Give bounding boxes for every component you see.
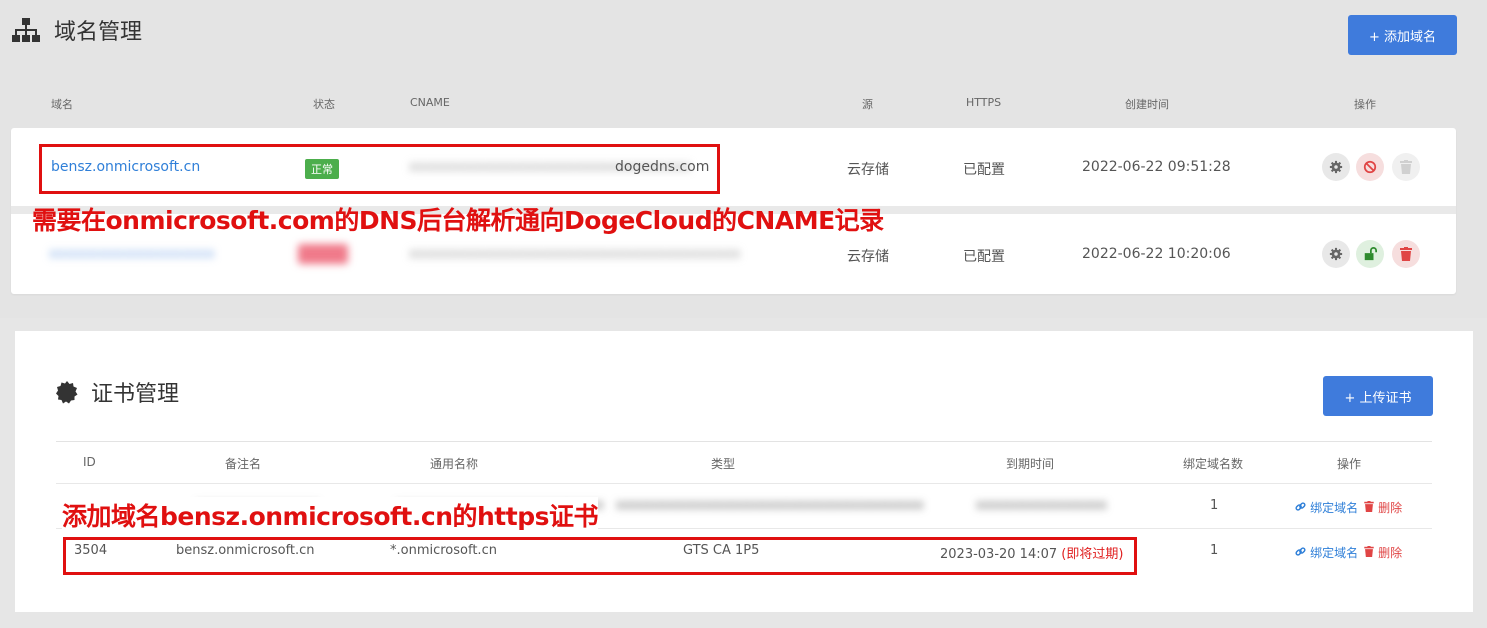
domain-link-redacted[interactable]: xxxxxxxxxxxxxxxxxxxx xyxy=(49,246,215,262)
column-header-type: 类型 xyxy=(711,457,736,471)
bound-count: 1 xyxy=(1210,543,1219,558)
ban-icon xyxy=(1363,160,1377,174)
column-header-actions: 操作 xyxy=(1337,457,1362,471)
add-domain-button[interactable]: + 添加域名 xyxy=(1348,15,1457,55)
cert-section-header: 证书管理 xyxy=(55,376,179,408)
https-value: 已配置 xyxy=(963,249,1005,265)
delete-button-disabled[interactable] xyxy=(1392,153,1420,181)
cert-table-top-border xyxy=(56,441,1432,442)
gear-icon xyxy=(1329,160,1343,174)
annotation-text-cert: 添加域名bensz.onmicrosoft.cn的https证书 xyxy=(62,497,598,533)
annotation-box-cname xyxy=(39,144,720,194)
column-header-https: HTTPS xyxy=(966,96,1002,109)
settings-button[interactable] xyxy=(1322,153,1350,181)
enable-button[interactable] xyxy=(1356,240,1384,268)
column-header-source: 源 xyxy=(862,98,873,111)
column-header-note: 备注名 xyxy=(225,457,262,471)
created-time: 2022-06-22 09:51:28 xyxy=(1082,159,1231,175)
column-header-domain: 域名 xyxy=(51,98,73,111)
certificate-management-section: 证书管理 + 上传证书 ID 备注名 通用名称 类型 到期时间 绑定域名数 操作… xyxy=(15,331,1473,612)
column-header-cname: CNAME xyxy=(410,96,450,109)
source-value: 云存储 xyxy=(847,162,889,178)
column-header-bound-count: 绑定域名数 xyxy=(1183,457,1244,471)
trash-icon xyxy=(1364,546,1374,557)
bind-domain-link[interactable]: 绑定域名 xyxy=(1310,501,1358,515)
delete-action[interactable]: 删除 xyxy=(1364,544,1402,561)
disable-button[interactable] xyxy=(1356,153,1384,181)
link-icon xyxy=(1295,547,1306,556)
https-value: 已配置 xyxy=(963,162,1005,178)
status-badge-redacted xyxy=(298,244,348,264)
gear-icon xyxy=(1329,247,1343,261)
bind-domain-action[interactable]: 绑定域名 xyxy=(1295,544,1358,561)
sitemap-icon xyxy=(12,18,40,42)
trash-icon xyxy=(1400,247,1412,261)
link-icon xyxy=(1295,502,1306,511)
trash-icon xyxy=(1400,160,1412,174)
column-header-expire: 到期时间 xyxy=(1006,457,1055,471)
column-header-actions: 操作 xyxy=(1354,98,1376,111)
source-value: 云存储 xyxy=(847,249,889,265)
created-time: 2022-06-22 10:20:06 xyxy=(1082,246,1231,262)
upload-cert-button[interactable]: + 上传证书 xyxy=(1323,376,1433,416)
cname-redacted: xxxxxxxxxxxxxxxxxxxxxxxxxxxxxxxxxxxxxxxx xyxy=(409,246,741,262)
unlock-icon xyxy=(1364,247,1377,261)
column-header-id: ID xyxy=(83,455,96,469)
column-header-status: 状态 xyxy=(313,98,335,111)
annotation-box-cert xyxy=(63,537,1137,575)
annotation-text-cname: 需要在onmicrosoft.com的DNS后台解析通向DogeCloud的CN… xyxy=(32,206,884,235)
domain-section-header: 域名管理 xyxy=(10,14,142,46)
page-title: 域名管理 xyxy=(54,20,143,45)
column-header-common-name: 通用名称 xyxy=(430,457,479,471)
type-redacted: xxxxxxxxxxxxxxxxxxxxxxxxxxxxxxxxxxxxxxxx xyxy=(616,498,924,513)
cert-section-title: 证书管理 xyxy=(91,382,180,407)
expire-redacted: xxxxxxxxxxxxxxxxx xyxy=(976,498,1107,513)
delete-button[interactable] xyxy=(1392,240,1420,268)
bound-count: 1 xyxy=(1210,498,1219,513)
settings-button[interactable] xyxy=(1322,240,1350,268)
trash-icon xyxy=(1364,501,1374,512)
bind-domain-action[interactable]: 绑定域名 xyxy=(1295,499,1358,516)
bind-domain-link[interactable]: 绑定域名 xyxy=(1310,546,1358,560)
certificate-seal-icon xyxy=(56,381,78,404)
delete-link[interactable]: 删除 xyxy=(1378,501,1402,515)
domain-management-section: 域名管理 + 添加域名 域名 状态 CNAME 源 HTTPS 创建时间 操作 … xyxy=(0,0,1487,318)
column-header-created: 创建时间 xyxy=(1125,98,1169,111)
delete-link[interactable]: 删除 xyxy=(1378,546,1402,560)
delete-action[interactable]: 删除 xyxy=(1364,499,1402,516)
